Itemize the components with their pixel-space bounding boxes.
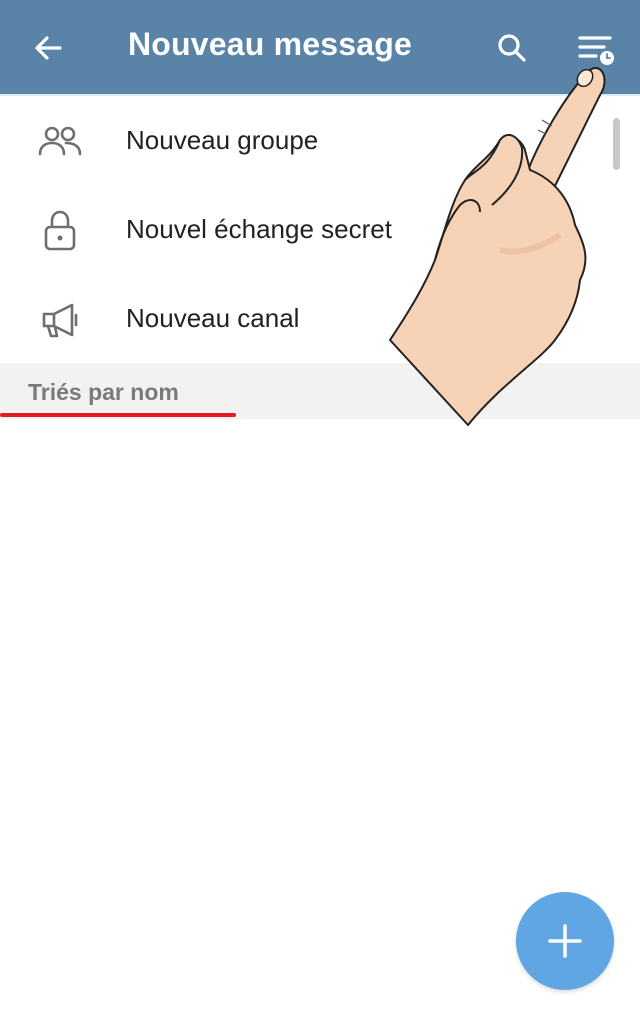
menu-item-label: Nouveau canal — [126, 303, 300, 333]
menu-item-label: Nouvel échange secret — [126, 214, 392, 244]
lock-icon — [36, 207, 84, 255]
page-title: Nouveau message — [128, 26, 413, 62]
sort-label: Triés par nom — [28, 379, 179, 405]
new-contact-fab[interactable] — [516, 892, 614, 990]
arrow-left-icon — [35, 36, 62, 60]
plus-icon — [548, 924, 582, 958]
group-icon — [36, 118, 84, 166]
megaphone-icon — [36, 296, 84, 344]
highlight-underline — [0, 413, 236, 417]
back-button[interactable] — [24, 24, 72, 72]
new-message-screen: Nouveau message Nouveau groupe Nouvel éc… — [0, 0, 640, 1016]
menu-item-label: Nouveau groupe — [126, 125, 319, 155]
pointing-hand-icon — [389, 67, 606, 426]
